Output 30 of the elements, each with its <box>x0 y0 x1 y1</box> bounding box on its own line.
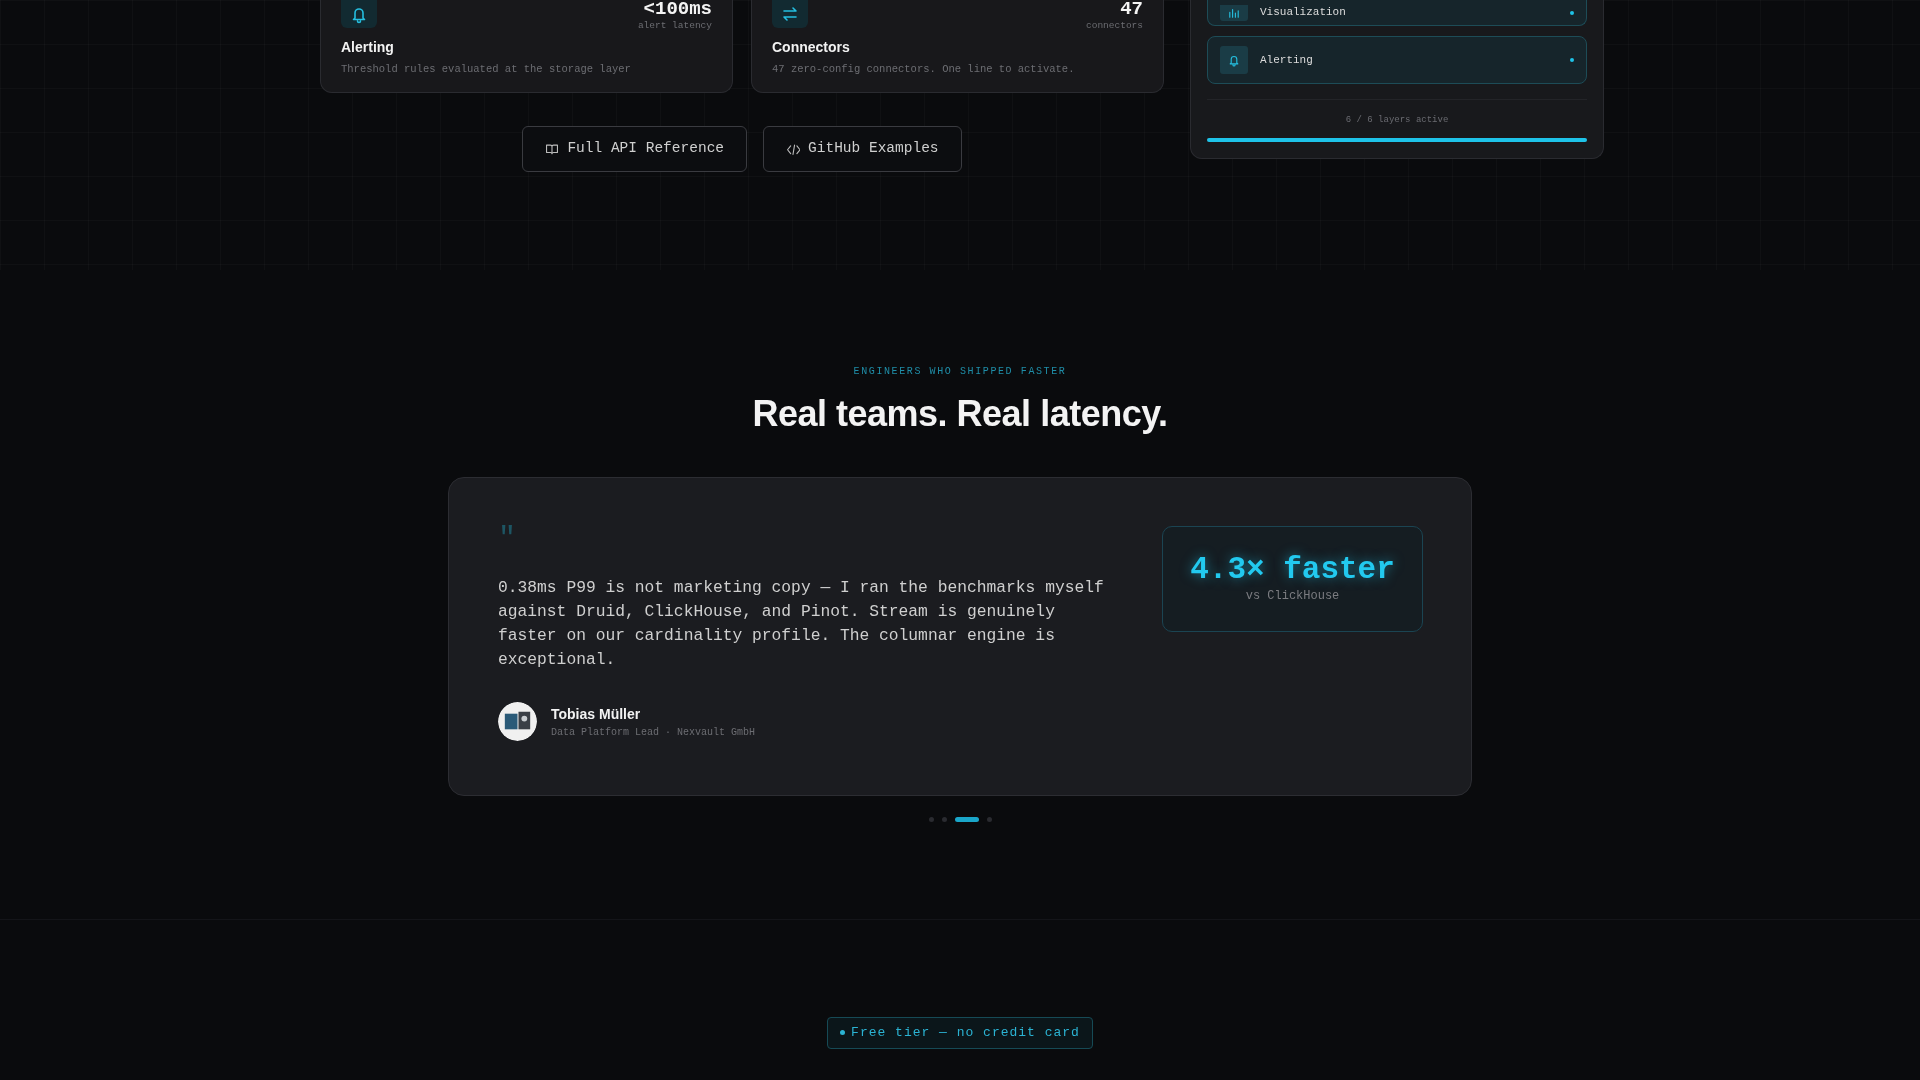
quote-mark: " <box>498 524 517 554</box>
author-role: Data Platform Lead · Nexvault GmbH <box>551 725 756 740</box>
stat-label: vs ClickHouse <box>1245 588 1340 606</box>
arrows-icon <box>780 4 800 24</box>
carousel-dot[interactable] <box>986 817 992 822</box>
layers-status: 6 / 6 layers active <box>1344 114 1450 127</box>
layer-label: Visualization <box>1260 5 1347 21</box>
link-button[interactable]: GitHub Examples <box>763 126 962 172</box>
bell-icon <box>1227 53 1241 67</box>
badge-text: Free tier — no credit card <box>851 1024 1080 1042</box>
carousel-dot[interactable] <box>941 817 947 822</box>
testimonial-quote: 0.38ms P99 is not marketing copy — I ran the benchmarks myself against Druid, ClickHouse, and Pinot. Stream is genuinely faster on our cardinality profile. The columnar engine is exceptional. <box>498 577 1105 671</box>
card-title: Connectors <box>772 38 851 58</box>
card-description: Threshold rules evaluated at the storage layer <box>341 62 632 78</box>
card-title: Alerting <box>341 38 395 58</box>
author-name: Tobias Müller <box>551 704 642 724</box>
avatar <box>498 702 537 741</box>
metric-value: 47 <box>1119 0 1143 19</box>
layer-label: Alerting <box>1260 52 1314 68</box>
section-eyebrow: ENGINEERS WHO SHIPPED FASTER <box>853 365 1067 379</box>
section-heading: Real teams. Real latency. <box>752 392 1168 436</box>
code-icon <box>786 142 801 156</box>
metric-value: <100ms <box>642 0 712 19</box>
link-button[interactable]: Full API Reference <box>522 126 748 172</box>
metric-label: alert latency <box>637 19 712 33</box>
book-icon <box>545 142 560 156</box>
card-description: 47 zero-config connectors. One line to activate. <box>772 62 1076 78</box>
carousel-dot[interactable] <box>928 817 934 822</box>
metric-label: connectors <box>1086 19 1143 33</box>
stat-value: 4.3× faster <box>1190 552 1395 588</box>
